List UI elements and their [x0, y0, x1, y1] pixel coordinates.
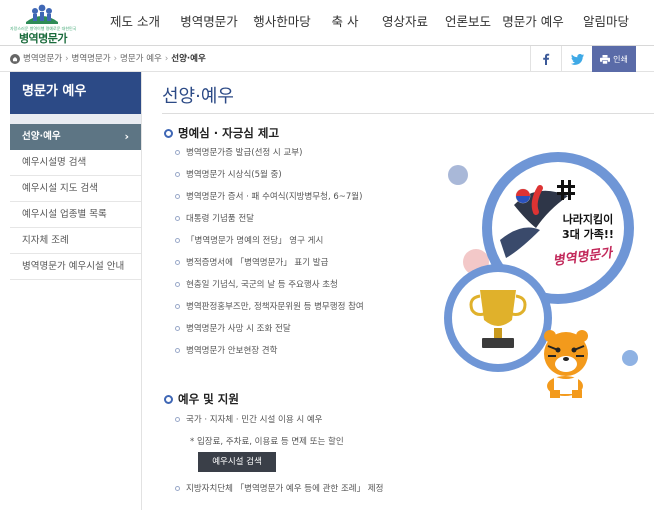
bubble-decoration: [448, 165, 468, 185]
list-item: 국가 · 지자체 · 민간 시설 이용 시 예우: [175, 413, 323, 425]
illustration-line1: 나라지킴이: [563, 212, 614, 226]
list-item: 지방자치단체 「병역명문가 예우 등에 관한 조례」 제정: [175, 482, 383, 494]
bullet-icon: [175, 259, 180, 265]
bullet-icon: [175, 193, 180, 199]
sidebar-title: 명문가 예우: [10, 72, 141, 114]
list-item: 병역명문가 사망 시 조화 전달: [175, 322, 291, 334]
list-item: 병역명문가 안보현장 견학: [175, 344, 277, 356]
list-item-text: 현충일 기념식, 국군의 날 등 주요행사 초청: [186, 280, 338, 290]
breadcrumb-item[interactable]: 병역명문가: [23, 46, 62, 72]
promo-illustration-art: 나라지킴이 3대 가족!! 병역명문가: [444, 152, 638, 398]
page-title: 선양·예우: [162, 86, 234, 107]
sidebar-item-label: 선양·예우: [22, 131, 61, 142]
breadcrumb-item[interactable]: 병역명문가: [72, 46, 111, 72]
sidebar-item-local-ordinance[interactable]: 지자체 조례: [10, 228, 141, 254]
illustration-line2: 3대 가족!!: [562, 227, 614, 241]
bullet-icon: [175, 237, 180, 243]
chevron-right-icon: ›: [164, 54, 169, 64]
nav-item-families[interactable]: 병역명문가: [172, 0, 246, 46]
bullet-icon: [175, 347, 180, 353]
section-heading-text: 명예심 · 자긍심 제고: [178, 126, 280, 140]
section-heading-support: 예우 및 지원: [164, 391, 239, 407]
bullet-icon: [175, 281, 180, 287]
list-item: 대통령 기념품 전달: [175, 212, 254, 224]
home-icon[interactable]: [10, 54, 20, 64]
twitter-share-button[interactable]: [561, 46, 592, 72]
bullet-icon: [175, 325, 180, 331]
nav-item-honors[interactable]: 명문가 예우: [498, 0, 568, 46]
promo-illustration: 나라지킴이 3대 가족!! 병역명문가: [440, 150, 654, 400]
nav-item-intro[interactable]: 제도 소개: [98, 0, 172, 46]
chevron-right-icon: ›: [65, 54, 69, 64]
nav-item-speech[interactable]: 축 사: [318, 0, 372, 46]
sidebar-item-facility-guide[interactable]: 병역명문가 예우시설 안내: [10, 254, 141, 280]
discount-note: * 입장료, 주차료, 이용료 등 면제 또는 할인: [190, 437, 344, 447]
breadcrumb-item[interactable]: 명문가 예우: [120, 46, 162, 72]
list-item-text: 병적증명서에 「병역명문가」 표기 발급: [186, 258, 329, 268]
main-nav: 제도 소개 병역명문가 행사한마당 축 사 영상자료 언론보도 명문가 예우 알…: [98, 0, 644, 46]
list-item: 병역명문가 시상식(5월 중): [175, 168, 282, 180]
nav-item-videos[interactable]: 영상자료: [372, 0, 438, 46]
list-item-text: 지방자치단체 「병역명문가 예우 등에 관한 조례」 제정: [186, 484, 384, 494]
sidebar: 명문가 예우 선양·예우 › 예우시설명 검색 예우시설 지도 검색 예우시설 …: [10, 72, 142, 510]
logo-text: 병역명문가: [18, 32, 68, 45]
title-divider: [162, 113, 654, 114]
print-button[interactable]: 인쇄: [592, 46, 636, 72]
list-item-text: 병역명문가증 발급(선정 시 교부): [186, 148, 303, 158]
bubble-decoration: [622, 350, 638, 366]
facebook-share-button[interactable]: [530, 46, 561, 72]
bullet-icon: [175, 416, 180, 422]
site-header: 자랑스러운 병역이행 명예로운 대한민국 병역명문가 제도 소개 병역명문가 행…: [0, 0, 654, 46]
ring-bullet-icon: [164, 128, 173, 138]
nav-item-notices[interactable]: 알림마당: [568, 0, 644, 46]
tiger-mascot: [544, 330, 588, 398]
list-item-text: 병역명문가 사망 시 조화 전달: [186, 324, 291, 334]
list-item-text: 병역명문가 안보현장 견학: [186, 346, 278, 356]
list-item-text: 병역판정홍부즈만, 정책자문위원 등 병무행정 참여: [186, 302, 364, 312]
bullet-icon: [175, 215, 180, 221]
bullet-icon: [175, 171, 180, 177]
sidebar-item-facility-category-list[interactable]: 예우시설 업종별 목록: [10, 202, 141, 228]
list-item-text: 병역명문가 증서 · 패 수여식(지방병무청, 6~7월): [186, 192, 363, 202]
list-item-text: 병역명문가 시상식(5월 중): [186, 170, 282, 180]
list-item: 「병역명문가 명예의 전당」 영구 게시: [175, 234, 323, 246]
nav-item-events[interactable]: 행사한마당: [246, 0, 318, 46]
bullet-icon: [175, 485, 180, 491]
chevron-right-icon: ›: [124, 130, 129, 143]
twitter-icon: [570, 53, 584, 65]
list-item-text: 국가 · 지자체 · 민간 시설 이용 시 예우: [186, 415, 323, 425]
list-item: 병적증명서에 「병역명문가」 표기 발급: [175, 256, 328, 268]
sidebar-divider: [10, 114, 141, 124]
logo-emblem-icon: [26, 4, 58, 24]
print-icon: [600, 54, 611, 64]
sidebar-item-promotion[interactable]: 선양·예우 ›: [10, 124, 141, 150]
facebook-icon: [543, 53, 550, 65]
site-logo[interactable]: 자랑스러운 병역이행 명예로운 대한민국 병역명문가: [8, 2, 78, 45]
section-heading-text: 예우 및 지원: [178, 392, 239, 406]
print-label: 인쇄: [613, 54, 628, 64]
list-item: 현충일 기념식, 국군의 날 등 주요행사 초청: [175, 278, 338, 290]
bullet-icon: [175, 149, 180, 155]
list-item-text: 「병역명문가 명예의 전당」 영구 게시: [186, 236, 324, 246]
bullet-icon: [175, 303, 180, 309]
sidebar-item-facility-name-search[interactable]: 예우시설명 검색: [10, 150, 141, 176]
chevron-right-icon: ›: [113, 54, 118, 64]
section-heading-honor: 명예심 · 자긍심 제고: [164, 125, 279, 141]
breadcrumb-bar: 병역명문가 › 병역명문가 › 명문가 예우 › 선양·예우 인쇄: [0, 46, 654, 72]
trophy-icon: [480, 290, 516, 326]
sidebar-item-facility-map-search[interactable]: 예우시설 지도 검색: [10, 176, 141, 202]
list-item: 병역명문가 증서 · 패 수여식(지방병무청, 6~7월): [175, 190, 362, 202]
breadcrumb: 병역명문가 › 병역명문가 › 명문가 예우 › 선양·예우: [10, 46, 206, 72]
breadcrumb-current: 선양·예우: [171, 54, 206, 64]
list-item: 병역명문가증 발급(선정 시 교부): [175, 146, 302, 158]
list-item: 병역판정홍부즈만, 정책자문위원 등 병무행정 참여: [175, 300, 364, 312]
list-item-text: 대통령 기념품 전달: [186, 214, 254, 224]
nav-item-press[interactable]: 언론보도: [438, 0, 498, 46]
facility-search-button[interactable]: 예우시설 검색: [198, 452, 276, 472]
ring-bullet-icon: [164, 394, 173, 404]
